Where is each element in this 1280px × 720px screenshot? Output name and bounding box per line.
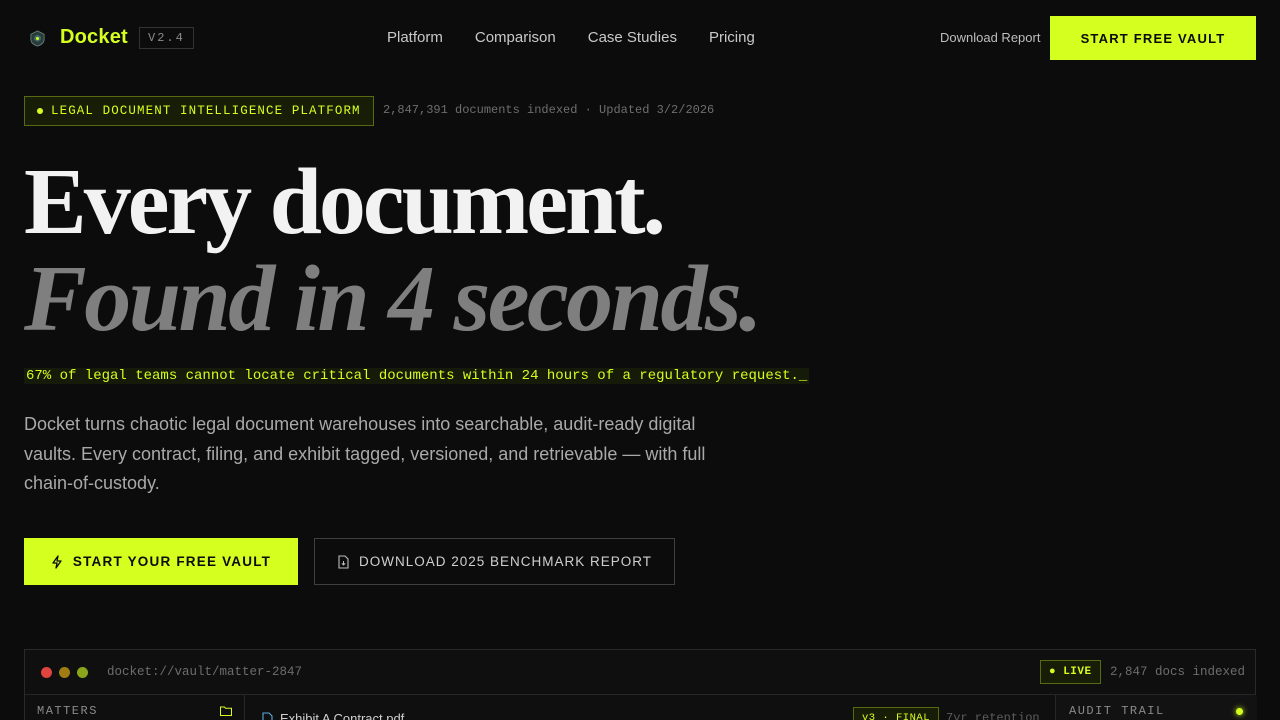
preview-titlebar: docket://vault/matter-2847 ● LIVE 2,847 …: [25, 650, 1255, 695]
file-name: Exhibit A Contract.pdf: [280, 711, 405, 720]
matters-sidebar: MATTERS: [25, 695, 245, 720]
docs-count: 2,847 docs indexed: [1110, 665, 1246, 679]
nav-link-pricing[interactable]: Pricing: [709, 29, 755, 46]
badge-dot-icon: [37, 108, 43, 114]
top-nav: Docket V2.4 Platform Comparison Case Stu…: [0, 0, 1280, 76]
matters-heading: MATTERS: [37, 704, 98, 718]
folder-icon[interactable]: [220, 706, 232, 716]
start-your-free-vault-button[interactable]: START YOUR FREE VAULT: [24, 538, 298, 585]
vault-path: docket://vault/matter-2847: [107, 665, 303, 679]
audit-trail-panel: AUDIT TRAIL: [1055, 695, 1257, 720]
vault-preview: docket://vault/matter-2847 ● LIVE 2,847 …: [24, 649, 1257, 720]
download-benchmark-button[interactable]: DOWNLOAD 2025 BENCHMARK REPORT: [314, 538, 675, 585]
close-dot-icon: [41, 667, 52, 678]
file-icon: [262, 712, 273, 720]
document-icon: [338, 554, 349, 569]
retention-label: 7yr retention: [946, 711, 1040, 720]
live-indicator-icon: [1236, 708, 1243, 715]
file-row[interactable]: Exhibit A Contract.pdf: [262, 711, 404, 720]
version-badge: V2.4: [139, 27, 194, 49]
maximize-dot-icon: [77, 667, 88, 678]
stat-callout: 67% of legal teams cannot locate critica…: [24, 368, 810, 384]
live-badge: ● LIVE: [1040, 660, 1101, 684]
download-report-link[interactable]: Download Report: [940, 30, 1040, 45]
index-meta: 2,847,391 documents indexed · Updated 3/…: [383, 103, 715, 117]
nav-link-comparison[interactable]: Comparison: [475, 29, 556, 46]
category-badge: LEGAL DOCUMENT INTELLIGENCE PLATFORM: [24, 96, 374, 126]
primary-cta-label: START YOUR FREE VAULT: [72, 554, 272, 569]
headline-line-1: Every document.: [24, 150, 666, 254]
badge-label: LEGAL DOCUMENT INTELLIGENCE PLATFORM: [51, 104, 361, 118]
audit-trail-heading: AUDIT TRAIL: [1069, 704, 1165, 718]
nav-link-case-studies[interactable]: Case Studies: [588, 29, 677, 46]
nav-links: Platform Comparison Case Studies Pricing: [387, 29, 755, 46]
bolt-icon: [52, 554, 62, 569]
secondary-cta-label: DOWNLOAD 2025 BENCHMARK REPORT: [358, 554, 653, 569]
brand-name[interactable]: Docket: [60, 26, 128, 49]
start-free-vault-button[interactable]: START FREE VAULT: [1050, 16, 1256, 60]
nav-link-platform[interactable]: Platform: [387, 29, 443, 46]
hero-description: Docket turns chaotic legal document ware…: [24, 414, 706, 493]
shield-logo-icon[interactable]: [29, 30, 46, 47]
minimize-dot-icon: [59, 667, 70, 678]
version-status-badge: v3 · FINAL: [853, 707, 940, 720]
headline-line-2: Found in 4 seconds.: [24, 247, 763, 351]
